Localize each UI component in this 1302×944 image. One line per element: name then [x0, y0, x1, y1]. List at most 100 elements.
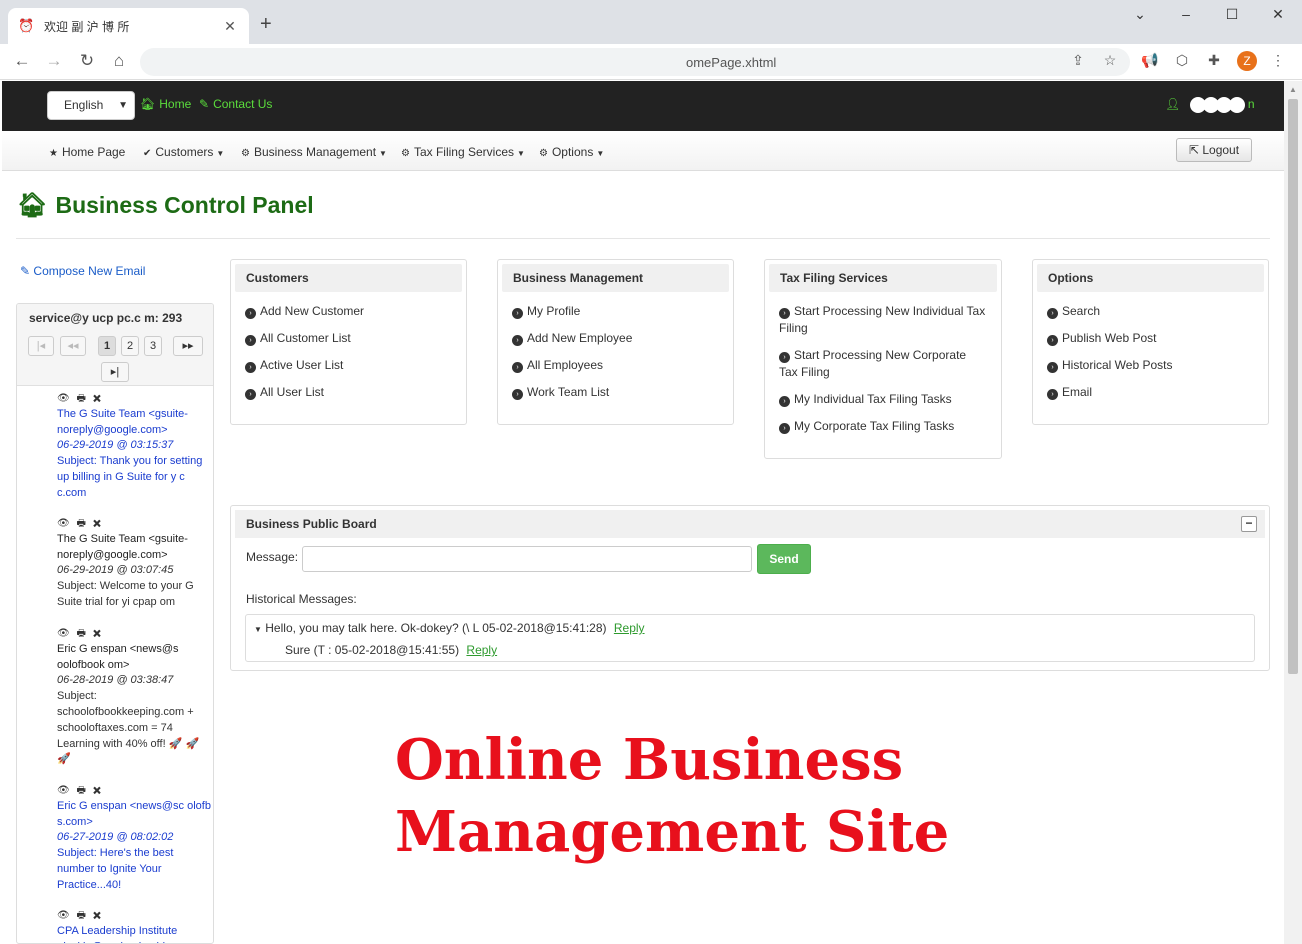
link-label: Email: [1062, 385, 1093, 399]
caret-down-icon[interactable]: ▼: [254, 625, 262, 634]
add-new-employee-link[interactable]: › Add New Employee: [512, 330, 719, 347]
message-label: Message:: [246, 550, 299, 564]
close-window-button[interactable]: ✕: [1268, 6, 1288, 23]
compose-email-link[interactable]: ✎ Compose New Email: [20, 264, 145, 278]
scroll-up-icon[interactable]: ▲: [1289, 85, 1297, 94]
menu-options[interactable]: ⚙ Options ▼: [539, 145, 604, 159]
email-subject: Subject: Welcome to your G Suite trial f…: [57, 580, 194, 608]
close-tab-icon[interactable]: ✕: [221, 18, 239, 35]
my-individual-tax-tasks-link[interactable]: › My Individual Tax Filing Tasks: [779, 391, 987, 408]
back-icon[interactable]: ←: [12, 52, 32, 70]
megaphone-icon[interactable]: 📢: [1140, 52, 1160, 69]
scrollbar-thumb[interactable]: [1288, 99, 1298, 674]
link-label: Historical Web Posts: [1062, 358, 1173, 372]
chevron-circle-icon: ›: [1047, 362, 1058, 373]
panel-title: Tax Filing Services: [769, 264, 997, 292]
active-user-list-link[interactable]: › Active User List: [245, 357, 452, 374]
new-tab-button[interactable]: +: [260, 14, 272, 34]
email-list-item[interactable]: 👁︎ 🖶 ✖ CPA Leadership Institute <jackie@…: [57, 908, 213, 943]
email-date: 06-28-2019 @ 03:38:47: [57, 674, 174, 687]
star-icon[interactable]: ☆: [1100, 52, 1120, 69]
add-new-customer-link[interactable]: › Add New Customer: [245, 303, 452, 320]
logout-button[interactable]: ⇱ Logout: [1176, 138, 1252, 162]
reply-link[interactable]: Reply: [614, 621, 645, 635]
my-profile-link[interactable]: › My Profile: [512, 303, 719, 320]
search-link[interactable]: › Search: [1047, 303, 1254, 320]
email-date: 06-27-2019 @ 08:02:02: [57, 831, 174, 844]
chevron-down-icon[interactable]: ⌄: [1130, 6, 1150, 23]
view-icon[interactable]: 👁︎: [57, 785, 72, 796]
browser-tab[interactable]: ⏰ 欢迎 副 沪 博 所 ✕: [8, 8, 249, 44]
email-actions: 👁︎ 🖶 ✖: [57, 391, 213, 407]
link-label: Add New Employee: [527, 331, 633, 345]
view-icon[interactable]: 👁︎: [57, 628, 72, 639]
minimize-button[interactable]: –: [1176, 6, 1196, 22]
first-page-button[interactable]: |◂: [28, 336, 54, 356]
all-user-list-link[interactable]: › All User List: [245, 384, 452, 401]
address-bar[interactable]: omePage.xhtml: [140, 48, 1130, 76]
new-corporate-tax-filing-link[interactable]: › Start Processing New Corporate Tax Fili…: [779, 347, 987, 381]
home-link[interactable]: 🏠︎ Home: [140, 97, 191, 111]
next-page-button[interactable]: ▸▸: [173, 336, 203, 356]
menu-home-page[interactable]: ★ Home Page: [49, 145, 125, 159]
share-icon[interactable]: ⇪: [1068, 52, 1088, 69]
collapse-button[interactable]: −: [1241, 516, 1257, 532]
profile-avatar[interactable]: Z: [1237, 51, 1257, 71]
last-page-button[interactable]: ▸|: [101, 362, 129, 382]
publish-web-post-link[interactable]: › Publish Web Post: [1047, 330, 1254, 347]
message-thread: ▼ Hello, you may talk here. Ok-dokey? (\…: [254, 621, 645, 635]
delete-icon[interactable]: ✖: [93, 393, 103, 404]
delete-icon[interactable]: ✖: [93, 628, 103, 639]
page-button[interactable]: 1: [98, 336, 116, 356]
page-button[interactable]: 3: [144, 336, 162, 356]
chevron-down-icon: ▼: [118, 100, 128, 111]
email-list-item[interactable]: 👁︎ 🖶 ✖ Eric G enspan <news@s oolofbook o…: [57, 626, 213, 768]
view-icon[interactable]: 👁︎: [57, 910, 72, 921]
maximize-button[interactable]: ☐: [1222, 6, 1242, 23]
delete-icon[interactable]: ✖: [93, 910, 103, 921]
reply-link[interactable]: Reply: [466, 643, 497, 657]
menu-tax-filing[interactable]: ⚙ Tax Filing Services ▼: [401, 145, 525, 159]
all-employees-link[interactable]: › All Employees: [512, 357, 719, 374]
my-corporate-tax-tasks-link[interactable]: › My Corporate Tax Filing Tasks: [779, 418, 987, 435]
send-button[interactable]: Send: [757, 544, 811, 574]
reload-icon[interactable]: ↻: [77, 52, 97, 70]
user-menu[interactable]: 👤︎ n: [1165, 97, 1255, 113]
promo-line: Online Business: [395, 727, 904, 793]
print-icon[interactable]: 🖶: [76, 910, 87, 921]
forward-icon[interactable]: →: [44, 52, 64, 70]
print-icon[interactable]: 🖶: [76, 518, 87, 529]
language-select[interactable]: English ▼: [47, 91, 135, 120]
delete-icon[interactable]: ✖: [93, 518, 103, 529]
email-from: The G Suite Team <gsuite-noreply@google.…: [57, 532, 188, 561]
delete-icon[interactable]: ✖: [93, 785, 103, 796]
menu-business-management[interactable]: ⚙ Business Management ▼: [241, 145, 387, 159]
external-link-icon: ⇱: [1188, 143, 1199, 157]
link-label: All Customer List: [260, 331, 351, 345]
home-icon[interactable]: ⌂: [109, 52, 129, 70]
view-icon[interactable]: 👁︎: [57, 518, 72, 529]
email-link[interactable]: › Email: [1047, 384, 1254, 401]
email-list-item[interactable]: 👁︎ 🖶 ✖ Eric G enspan <news@sc olofb s.co…: [57, 783, 213, 894]
historical-web-posts-link[interactable]: › Historical Web Posts: [1047, 357, 1254, 374]
chevron-circle-icon: ›: [1047, 335, 1058, 346]
email-list-item[interactable]: 👁︎ 🖶 ✖ The G Suite Team <gsuite-noreply@…: [57, 391, 213, 502]
prev-page-button[interactable]: ◂◂: [60, 336, 86, 356]
page-scrollbar[interactable]: ▲: [1284, 81, 1302, 944]
extensions-icon[interactable]: ✚: [1204, 52, 1224, 69]
menu-customers[interactable]: ✔ Customers ▼: [143, 145, 224, 159]
view-icon[interactable]: 👁︎: [57, 393, 72, 404]
print-icon[interactable]: 🖶: [76, 393, 87, 404]
contact-us-link[interactable]: ✎ Contact Us: [199, 97, 272, 111]
email-list-item[interactable]: 👁︎ 🖶 ✖ The G Suite Team <gsuite-noreply@…: [57, 516, 213, 611]
print-icon[interactable]: 🖶: [76, 785, 87, 796]
all-customer-list-link[interactable]: › All Customer List: [245, 330, 452, 347]
work-team-list-link[interactable]: › Work Team List: [512, 384, 719, 401]
cube-icon[interactable]: ⬡: [1172, 52, 1192, 69]
page-button[interactable]: 2: [121, 336, 139, 356]
logout-label: Logout: [1202, 143, 1240, 157]
more-menu-icon[interactable]: ⋮: [1268, 52, 1288, 69]
print-icon[interactable]: 🖶: [76, 628, 87, 639]
message-input[interactable]: [302, 546, 752, 572]
new-individual-tax-filing-link[interactable]: › Start Processing New Individual Tax Fil…: [779, 303, 987, 337]
